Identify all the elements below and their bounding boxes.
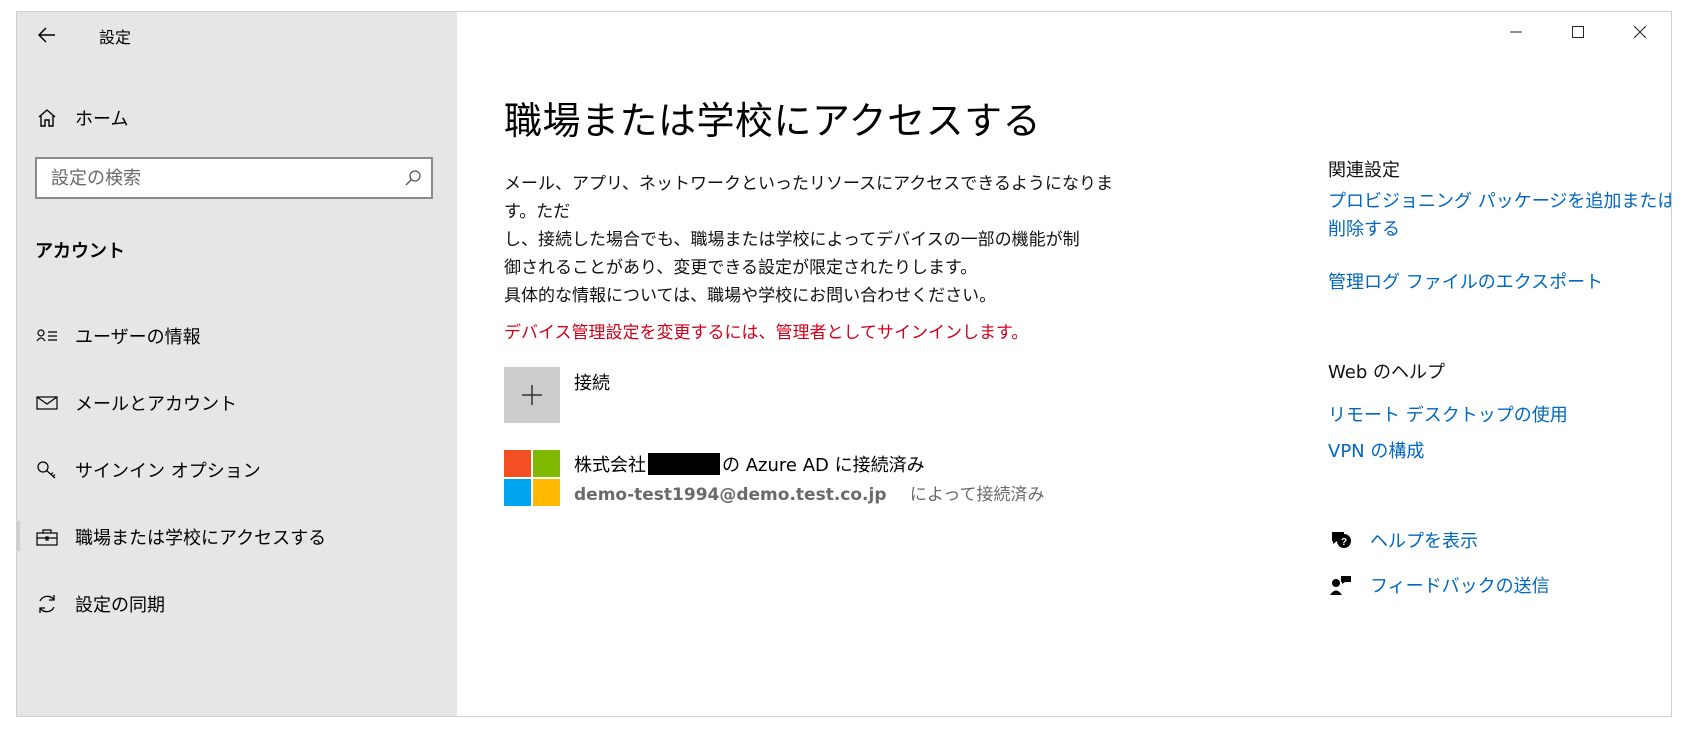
svg-text:?: ? xyxy=(1341,537,1347,548)
description-line: メール、アプリ、ネットワークといったリソースにアクセスできるようになります。ただ xyxy=(504,174,1113,222)
description: メール、アプリ、ネットワークといったリソースにアクセスできるようになります。ただ… xyxy=(504,170,1144,310)
export-log-link[interactable]: 管理ログ ファイルのエクスポート xyxy=(1328,269,1603,297)
help-icon: ? xyxy=(1328,529,1354,551)
sidebar-item-label: 職場または学校にアクセスする xyxy=(75,527,327,549)
window-title: 設定 xyxy=(99,28,132,47)
related-heading: 関連設定 xyxy=(1328,160,1400,181)
sidebar-item-access-work-school[interactable]: 職場または学校にアクセスする xyxy=(17,503,457,570)
provisioning-link-line2: 削除する xyxy=(1328,219,1400,240)
sidebar-item-sync-settings[interactable]: 設定の同期 xyxy=(17,570,457,637)
sync-icon xyxy=(33,593,61,615)
maximize-icon[interactable] xyxy=(1547,12,1609,52)
sidebar-item-sign-in-options[interactable]: サインイン オプション xyxy=(17,436,457,503)
org-suffix: の Azure AD に接続済み xyxy=(722,455,925,476)
home-label: ホーム xyxy=(75,109,129,130)
account-text: 株式会社 の Azure AD に接続済み demo-test1994@demo… xyxy=(574,450,1045,506)
section-title: アカウント xyxy=(35,241,125,262)
main-content: 職場または学校にアクセスする メール、アプリ、ネットワークといったリソースにアク… xyxy=(457,12,1671,716)
sidebar-nav: ユーザーの情報 メールとアカウント サインイン オプション 職場または学校にアク… xyxy=(17,302,457,637)
redacted-block xyxy=(648,453,720,475)
remote-desktop-link[interactable]: リモート デスクトップの使用 xyxy=(1328,402,1568,430)
search-icon[interactable] xyxy=(395,169,431,187)
sidebar-item-mail-accounts[interactable]: メールとアカウント xyxy=(17,369,457,436)
sidebar-item-label: 設定の同期 xyxy=(75,594,165,616)
briefcase-icon xyxy=(33,528,61,546)
feedback-icon xyxy=(1328,574,1354,596)
sidebar-item-user-info[interactable]: ユーザーの情報 xyxy=(17,302,457,369)
sidebar-item-label: メールとアカウント xyxy=(75,393,237,415)
search-box xyxy=(35,157,433,199)
sidebar: 設定 ホーム アカウント ユーザーの情報 xyxy=(17,12,457,716)
page-title: 職場または学校にアクセスする xyxy=(504,99,1042,143)
minimize-icon[interactable] xyxy=(1485,12,1547,52)
logo-square-red xyxy=(504,450,531,477)
description-line: し、接続した場合でも、職場または学校によってデバイスの一部の機能が制 xyxy=(504,230,1080,250)
show-help-link[interactable]: ? ヘルプを表示 xyxy=(1328,527,1478,553)
account-org-line: 株式会社 の Azure AD に接続済み xyxy=(574,450,1045,478)
home-icon xyxy=(33,108,61,128)
feedback-label: フィードバックの送信 xyxy=(1370,576,1550,597)
vpn-link[interactable]: VPN の構成 xyxy=(1328,438,1424,466)
close-icon[interactable] xyxy=(1609,12,1671,52)
back-arrow-icon[interactable] xyxy=(27,20,67,50)
search-input[interactable] xyxy=(37,159,395,197)
connect-label: 接続 xyxy=(574,373,610,394)
logo-square-green xyxy=(533,450,560,477)
user-info-icon xyxy=(33,327,61,345)
description-line: 具体的な情報については、職場や学校にお問い合わせください。 xyxy=(504,286,997,306)
connected-account[interactable]: 株式会社 の Azure AD に接続済み demo-test1994@demo… xyxy=(504,450,1045,506)
provisioning-link-line1: プロビジョニング パッケージを追加または xyxy=(1328,191,1672,212)
logo-square-yellow xyxy=(533,479,560,506)
key-icon xyxy=(33,460,61,480)
microsoft-logo-icon xyxy=(504,450,560,506)
web-help-heading: Web のヘルプ xyxy=(1328,362,1445,383)
feedback-link[interactable]: フィードバックの送信 xyxy=(1328,572,1550,598)
connected-by: によって接続済み xyxy=(909,485,1045,505)
mail-icon xyxy=(33,395,61,411)
account-email: demo-test1994@demo.test.co.jp xyxy=(574,485,887,505)
sidebar-item-home[interactable]: ホーム xyxy=(33,98,433,138)
account-email-line: demo-test1994@demo.test.co.jp によって接続済み xyxy=(574,480,1045,505)
plus-icon xyxy=(504,367,560,423)
show-help-label: ヘルプを表示 xyxy=(1370,531,1478,552)
logo-square-blue xyxy=(504,479,531,506)
sidebar-item-label: ユーザーの情報 xyxy=(75,326,201,348)
org-prefix: 株式会社 xyxy=(574,455,646,476)
connect-button[interactable]: 接続 xyxy=(504,367,610,423)
window-controls xyxy=(1485,12,1671,52)
settings-window: 設定 ホーム アカウント ユーザーの情報 xyxy=(16,11,1672,717)
sidebar-item-label: サインイン オプション xyxy=(75,460,261,482)
provisioning-link[interactable]: プロビジョニング パッケージを追加または 削除する xyxy=(1328,188,1672,244)
admin-warning: デバイス管理設定を変更するには、管理者としてサインインします。 xyxy=(504,323,1029,343)
description-line: 御されることがあり、変更できる設定が限定されたりします。 xyxy=(504,258,978,278)
